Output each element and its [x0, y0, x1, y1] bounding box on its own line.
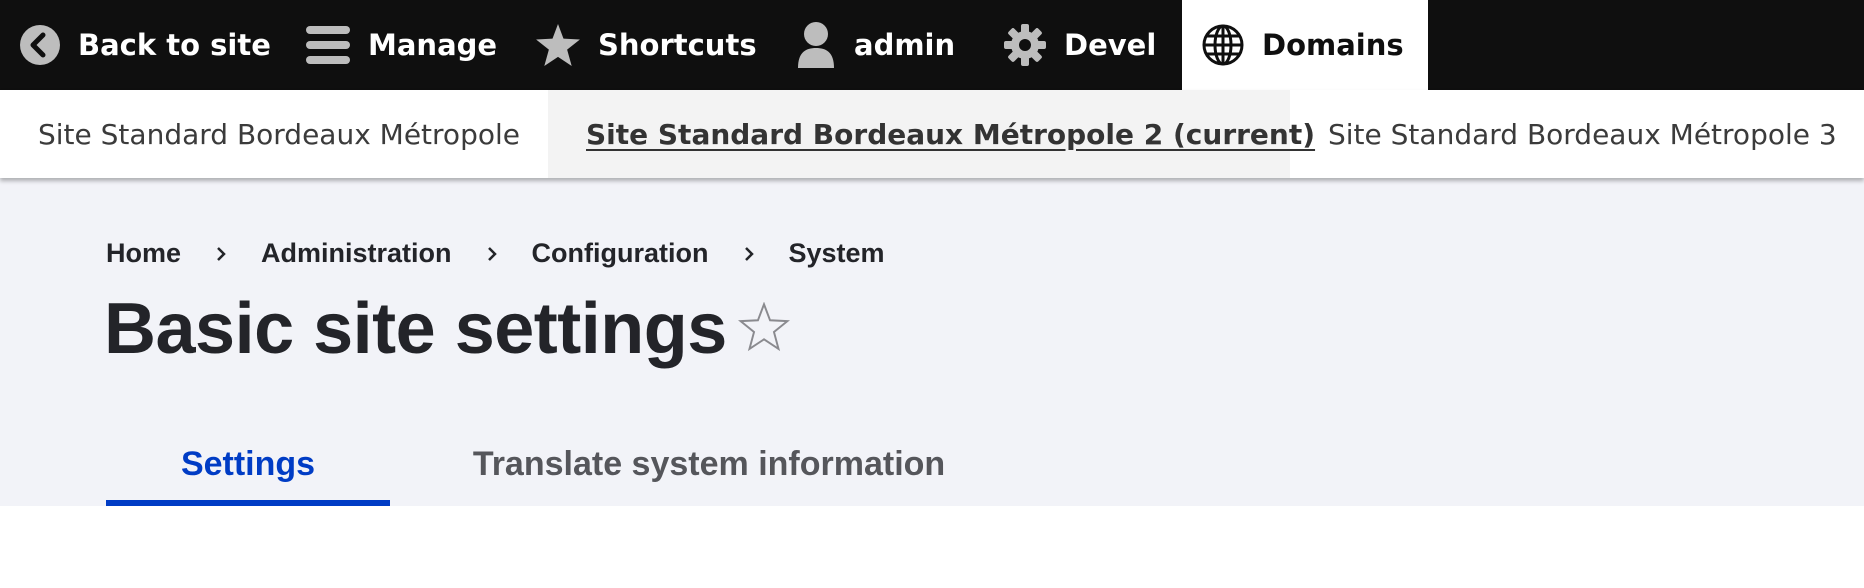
- admin-toolbar: Back to site Manage Shortcuts admin Deve…: [0, 0, 1864, 90]
- domain-link[interactable]: Site Standard Bordeaux Métropole: [0, 90, 548, 178]
- toolbar-back-to-site[interactable]: Back to site: [0, 0, 286, 90]
- chevron-right-icon: [181, 246, 261, 262]
- user-icon: [796, 22, 836, 68]
- breadcrumb-configuration[interactable]: Configuration: [532, 238, 709, 269]
- domain-link[interactable]: Site Standard Bordeaux Métropole 3: [1290, 90, 1864, 178]
- toolbar-user[interactable]: admin: [776, 0, 984, 90]
- page-header: Home Administration Configuration System…: [0, 178, 1864, 506]
- breadcrumb-home[interactable]: Home: [106, 238, 181, 269]
- domain-label: Site Standard Bordeaux Métropole 3: [1328, 117, 1837, 151]
- chevron-right-icon: [452, 246, 532, 262]
- chevron-left-circle-icon: [20, 25, 60, 65]
- chevron-right-icon: [709, 246, 789, 262]
- toolbar-label: Back to site: [78, 28, 271, 62]
- domain-label: Site Standard Bordeaux Métropole: [38, 117, 520, 151]
- page-title: Basic site settings: [104, 289, 727, 369]
- breadcrumb-administration[interactable]: Administration: [261, 238, 452, 269]
- toolbar-domains[interactable]: Domains: [1182, 0, 1428, 90]
- domain-switcher: Site Standard Bordeaux Métropole Site St…: [0, 90, 1864, 178]
- tab-settings[interactable]: Settings: [106, 422, 390, 506]
- gear-icon: [1004, 24, 1046, 66]
- toolbar-label: Shortcuts: [598, 28, 757, 62]
- globe-icon: [1202, 24, 1244, 66]
- breadcrumb-system[interactable]: System: [789, 238, 885, 269]
- domain-link-current[interactable]: Site Standard Bordeaux Métropole 2 (curr…: [548, 90, 1315, 178]
- toolbar-label: Manage: [368, 28, 498, 62]
- domain-label: Site Standard Bordeaux Métropole 2 (curr…: [586, 117, 1316, 151]
- toolbar-manage[interactable]: Manage: [286, 0, 514, 90]
- toolbar-devel[interactable]: Devel: [984, 0, 1182, 90]
- toolbar-label: admin: [854, 28, 956, 62]
- toolbar-label: Devel: [1064, 28, 1157, 62]
- toolbar-label: Domains: [1262, 28, 1404, 62]
- tab-label: Settings: [180, 444, 316, 483]
- tab-translate-system-information[interactable]: Translate system information: [390, 422, 1028, 506]
- hamburger-icon: [306, 26, 350, 64]
- star-icon: [536, 24, 580, 66]
- tab-label: Translate system information: [472, 444, 946, 483]
- star-outline-icon[interactable]: [737, 301, 791, 357]
- primary-tabs: Settings Translate system information: [106, 422, 1028, 506]
- toolbar-shortcuts[interactable]: Shortcuts: [514, 0, 776, 90]
- breadcrumb: Home Administration Configuration System: [106, 238, 885, 269]
